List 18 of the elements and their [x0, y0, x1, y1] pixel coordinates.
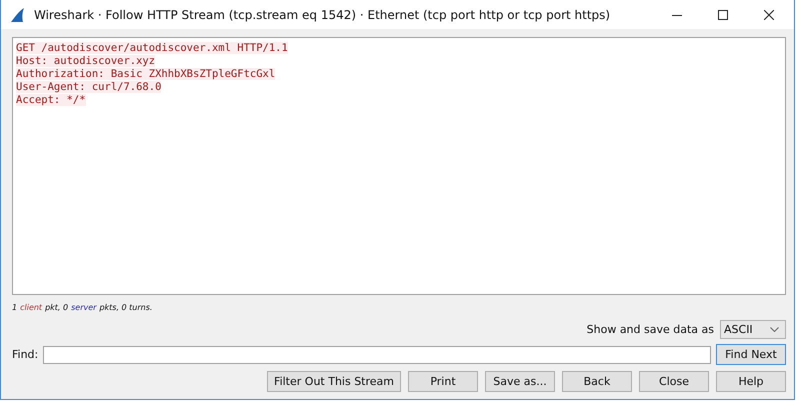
window-title: Wireshark · Follow HTTP Stream (tcp.stream eq 1542) · Ethernet (tcp port http or tcp port https)	[34, 8, 612, 22]
stream-summary: 1 client pkt, 0 server pkts, 0 turns.	[12, 303, 154, 312]
dialog-button[interactable]: Save as...	[485, 371, 555, 392]
dialog-button[interactable]: Back	[562, 371, 632, 392]
shark-fin-icon	[9, 6, 25, 22]
dialog-button[interactable]: Filter Out This Stream	[267, 371, 401, 392]
chevron-icon	[770, 327, 779, 332]
show-as-label: Show and save data as	[586, 323, 714, 336]
close-icon[interactable]	[764, 10, 774, 20]
find-field[interactable]	[43, 346, 711, 364]
maximize-icon[interactable]	[718, 10, 728, 20]
show-as-dropdown[interactable]: ASCII	[720, 320, 786, 339]
find-label: Find:	[12, 348, 38, 361]
stream-text-area[interactable]: GET /autodiscover/autodiscover.xml HTTP/1.1 Host: autodiscover.xyz Authorization: Basic ZXhhbXBsZTpleGFtcGxl User-Agent: curl/7.68.0 Accept: */*	[12, 37, 786, 295]
dialog-button[interactable]: Print	[408, 371, 478, 392]
dialog-button[interactable]: Help	[716, 371, 786, 392]
dialog-button[interactable]: Close	[639, 371, 709, 392]
find-next-button[interactable]: Find Next	[716, 344, 786, 365]
